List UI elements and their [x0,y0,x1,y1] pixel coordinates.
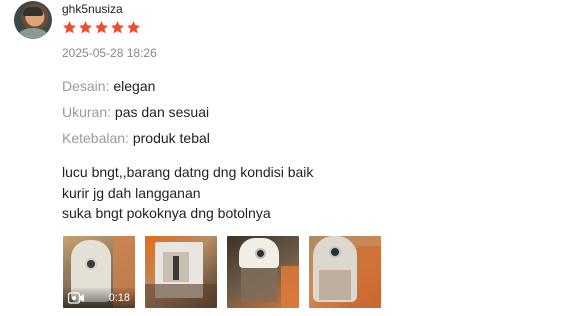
video-overlay: 0:18 [63,288,135,308]
attribute-label: Ukuran: [62,104,112,120]
video-camera-icon [68,292,84,304]
attribute-value: elegan [113,78,156,94]
media-thumbnail-video[interactable]: 0:18 [63,236,135,308]
avatar-shoulders [18,28,48,39]
video-duration: 0:18 [108,292,130,304]
attribute-design: Desain: elegan [62,78,155,94]
star-icon [127,21,140,34]
attribute-size: Ukuran: pas dan sesuai [62,104,209,120]
attribute-value: produk tebal [132,130,210,146]
media-thumbnail-image[interactable] [145,236,217,308]
attribute-thickness: Ketebalan: produk tebal [62,130,210,146]
media-thumbnail-image[interactable] [309,236,381,308]
review-media: 0:18 [63,236,381,308]
product-review: ghk5nusiza 2025-05-28 18:26 Desain: eleg… [0,0,577,316]
attribute-label: Desain: [62,78,110,94]
star-icon [111,21,124,34]
star-icon [95,21,108,34]
star-icon [79,21,92,34]
reviewer-username: ghk5nusiza [62,2,123,16]
media-thumbnail-image[interactable] [227,236,299,308]
attribute-value: pas dan sesuai [114,104,210,120]
star-rating [62,20,141,35]
comment-line: lucu bngt,,barang datng dng kondisi baik [62,164,314,180]
review-timestamp: 2025-05-28 18:26 [62,46,157,60]
avatar[interactable] [14,1,52,39]
review-comment: lucu bngt,,barang datng dng kondisi baik… [62,162,313,224]
comment-line: kurir jg dah langganan [62,184,201,201]
avatar-hair [23,7,43,16]
comment-line: suka bngt pokoknya dng botolnya [62,205,271,221]
star-icon [63,21,76,34]
attribute-label: Ketebalan: [62,130,129,146]
